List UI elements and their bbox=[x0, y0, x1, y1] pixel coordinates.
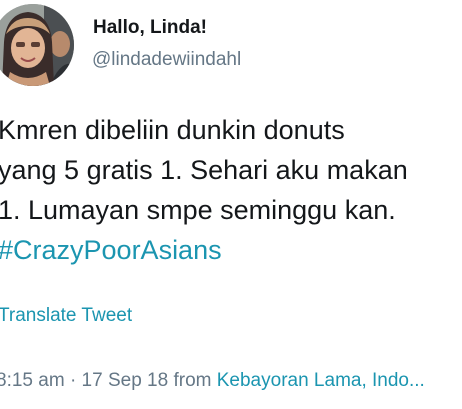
hashtag-link[interactable]: #CrazyPoorAsians bbox=[0, 230, 462, 270]
tweet-text-line: yang 5 gratis 1. Sehari aku makan bbox=[0, 155, 408, 185]
avatar-photo bbox=[0, 4, 74, 86]
tweet-meta: 8:15 am · 17 Sep 18 from Kebayoran Lama,… bbox=[0, 370, 425, 392]
meta-separator: · bbox=[69, 370, 77, 391]
location-link[interactable]: Kebayoran Lama, Indo... bbox=[217, 370, 425, 391]
tweet-text-line: 1. Lumayan smpe seminggu kan. bbox=[0, 195, 396, 225]
display-name[interactable]: Hallo, Linda! bbox=[93, 17, 207, 39]
tweet-text: Kmren dibeliin dunkin donuts yang 5 grat… bbox=[0, 110, 462, 270]
tweet-text-line: Kmren dibeliin dunkin donuts bbox=[0, 115, 345, 145]
tweet-card: Hallo, Linda! @lindadewiindahl Kmren dib… bbox=[0, 0, 462, 409]
tweet-time[interactable]: 8:15 am bbox=[0, 370, 65, 391]
user-handle[interactable]: @lindadewiindahl bbox=[92, 49, 241, 71]
avatar[interactable] bbox=[0, 4, 74, 86]
translate-tweet-link[interactable]: Translate Tweet bbox=[0, 305, 132, 327]
from-label: from bbox=[173, 370, 212, 391]
tweet-date[interactable]: 17 Sep 18 bbox=[82, 370, 169, 391]
